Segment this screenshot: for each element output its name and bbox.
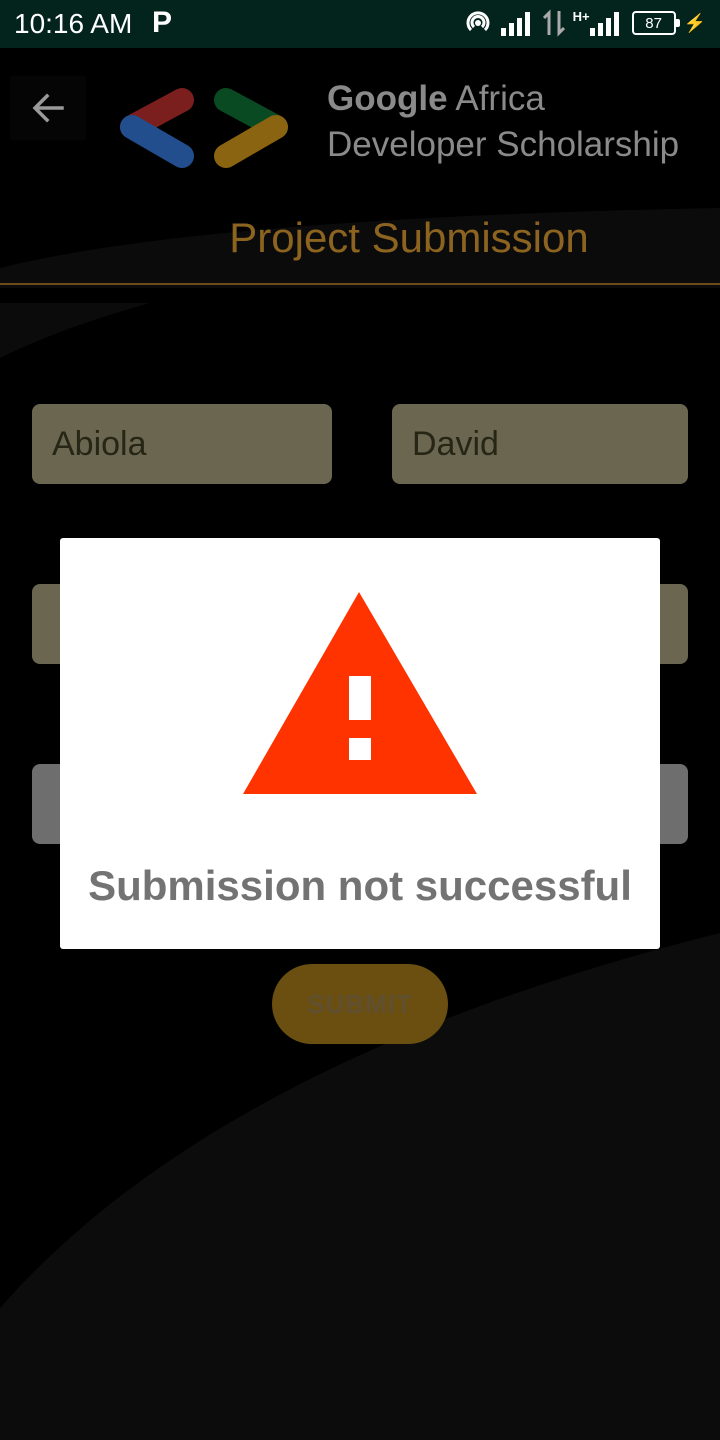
dialog-message: Submission not successful [88, 862, 632, 909]
signal-icon-2 [589, 12, 619, 36]
brand-title: Google Africa Developer Scholarship [327, 76, 679, 168]
back-button[interactable] [10, 76, 86, 140]
first-name-field[interactable]: Abiola [32, 404, 332, 484]
notification-p-icon: P [152, 6, 173, 39]
network-type-label: H+ [572, 8, 590, 24]
battery-icon: 87 [631, 11, 680, 35]
battery-level: 87 [645, 14, 662, 32]
status-bar: 10:16 AM P H+ 87 ⚡ [0, 0, 720, 48]
brand-africa: Africa [447, 79, 545, 118]
title-divider [0, 283, 720, 285]
status-icons: H+ 87 ⚡ [463, 8, 706, 38]
first-name-value: Abiola [52, 424, 147, 463]
last-name-field[interactable]: David [392, 404, 688, 484]
warning-icon [243, 592, 477, 794]
brand-line-2: Developer Scholarship [327, 125, 680, 164]
charging-icon: ⚡ [683, 12, 706, 33]
data-transfer-icon [542, 9, 565, 37]
submit-button[interactable]: SUBMIT [272, 964, 448, 1044]
hotspot-icon [466, 11, 490, 32]
page-title-text: Project Submission [229, 214, 589, 261]
arrow-left-icon [32, 93, 64, 123]
signal-icon [500, 12, 530, 36]
submit-label: SUBMIT [307, 988, 413, 1019]
error-dialog: Submission not successful [60, 538, 660, 949]
brand-line-1: Google Africa [327, 76, 679, 122]
page-title: Project Submission [0, 214, 720, 262]
gads-logo [120, 88, 288, 168]
status-time: 10:16 AM [14, 8, 133, 39]
brand-google: Google [327, 79, 448, 118]
last-name-value: David [412, 424, 499, 463]
